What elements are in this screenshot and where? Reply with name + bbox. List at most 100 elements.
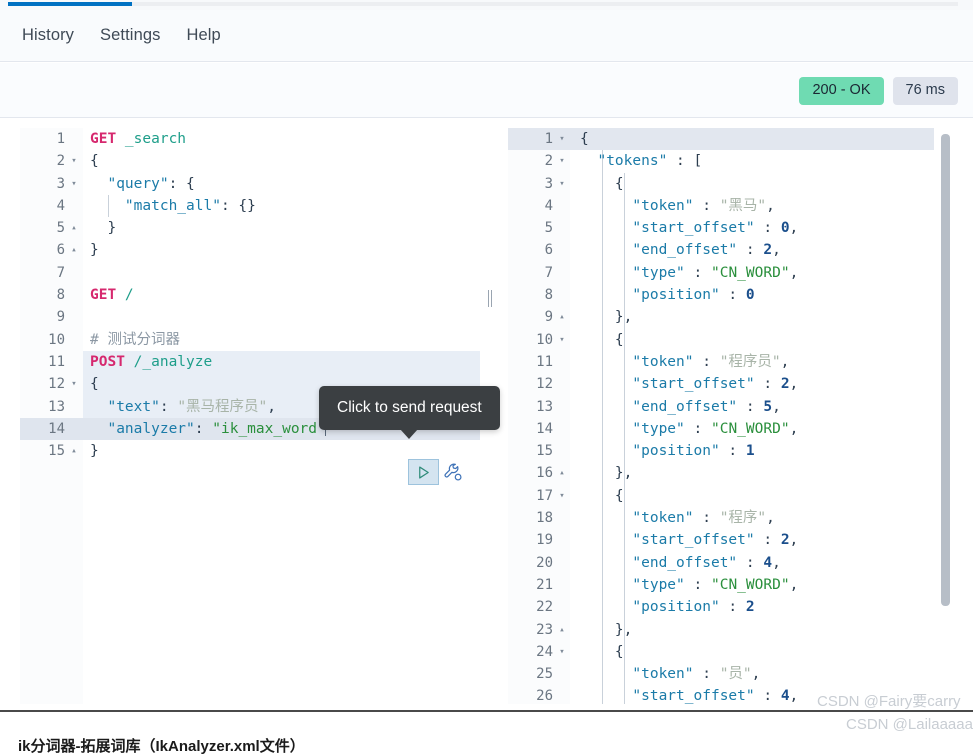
fold-open-icon[interactable]: ▾ — [69, 373, 79, 395]
progress-track — [8, 2, 958, 6]
fold-close-icon[interactable]: ▴ — [557, 462, 567, 484]
line-code: { — [580, 128, 958, 150]
response-scrollbar-thumb[interactable] — [941, 134, 950, 606]
code-token: GET — [90, 287, 125, 304]
code-token: "CN_WORD" — [710, 420, 790, 437]
line-number: 24 — [536, 643, 553, 660]
editor-line[interactable]: 6 ▴} — [20, 239, 480, 261]
fold-close-icon[interactable]: ▴ — [557, 306, 567, 328]
editor-line[interactable]: 5 ▴ } — [20, 217, 480, 239]
top-progress-bar — [0, 0, 973, 10]
fold-open-icon[interactable]: ▾ — [557, 173, 567, 195]
fold-open-icon[interactable]: ▾ — [557, 128, 567, 150]
line-code: "start_offset" : 2, — [580, 529, 958, 551]
response-editor-lines: 1 ▾{2 ▾ "tokens" : [3 ▾ {4 "token" : "黑马", 5… — [508, 128, 958, 704]
fold-close-icon[interactable]: ▴ — [69, 217, 79, 239]
line-code: { — [580, 485, 958, 507]
line-code: "end_offset" : 2, — [580, 239, 958, 261]
code-token: { — [90, 376, 99, 393]
code-token: : {} — [220, 197, 256, 214]
code-token: 2 — [745, 599, 755, 616]
code-token: 2 — [780, 532, 790, 549]
code-token: { — [90, 153, 99, 170]
line-number: 18 — [536, 510, 553, 527]
console-body: 1 GET _search 2 ▾ {3 ▾ "query": {4 "match_all… — [0, 118, 973, 712]
line-number: 7 — [544, 264, 553, 281]
code-token: : — [684, 576, 711, 593]
editor-line[interactable]: 7 — [20, 262, 480, 284]
page-caption: ik分词器-拓展词库（IkAnalyzer.xml文件） — [18, 738, 305, 755]
code-token: }, — [580, 465, 633, 482]
editor-line[interactable]: 8 GET / — [20, 284, 480, 306]
code-token: , — [751, 666, 761, 683]
editor-line[interactable]: 4 "match_all": {} — [20, 195, 480, 217]
code-token: 0 — [745, 287, 755, 304]
menu-item-help[interactable]: Help — [186, 26, 220, 45]
line-code: "end_offset" : 5, — [580, 396, 958, 418]
code-token: "token" — [632, 510, 694, 527]
line-number: 1 — [56, 131, 65, 147]
code-token: "程序员" — [719, 353, 781, 370]
menu-item-history[interactable]: History — [22, 26, 74, 45]
fold-open-icon[interactable]: ▾ — [557, 329, 567, 351]
code-token: "token" — [632, 666, 694, 683]
code-token: 2 — [763, 242, 773, 259]
code-token: , — [789, 264, 799, 281]
editor-line: 4 "token" : "黑马", — [508, 195, 958, 217]
fold-open-icon[interactable]: ▾ — [69, 150, 79, 172]
code-token: : — [719, 599, 746, 616]
line-code: "query": { — [90, 173, 480, 195]
menu-item-settings[interactable]: Settings — [100, 26, 160, 45]
code-token: : — [693, 666, 720, 683]
code-token: } — [90, 220, 117, 237]
editor-line[interactable]: 2 ▾ { — [20, 150, 480, 172]
line-number: 10 — [48, 331, 65, 348]
line-code: }, — [580, 306, 958, 328]
line-number: 13 — [536, 398, 553, 415]
code-token: "end_offset" — [632, 242, 738, 259]
fold-open-icon[interactable]: ▾ — [557, 485, 567, 507]
editor-line[interactable]: 10 # 测试分词器 — [20, 329, 480, 351]
editor-line: 10 ▾ { — [508, 329, 958, 351]
line-number: 13 — [48, 398, 65, 415]
editor-line[interactable]: 11 POST /_analyze — [20, 351, 480, 373]
line-code: }, — [580, 619, 958, 641]
code-token: "query" — [107, 175, 169, 192]
fold-close-icon[interactable]: ▴ — [69, 440, 79, 462]
code-token: "CN_WORD" — [710, 264, 790, 281]
line-number: 6 — [544, 242, 553, 259]
code-token: , — [772, 554, 781, 571]
line-code: "token" : "黑马", — [580, 195, 958, 217]
code-token: : — [754, 376, 781, 393]
line-code: { — [90, 150, 480, 172]
fold-close-icon[interactable]: ▴ — [557, 619, 567, 641]
line-number: 14 — [48, 420, 65, 437]
code-token: { — [580, 175, 624, 192]
fold-open-icon[interactable]: ▾ — [69, 173, 79, 195]
code-token: , — [780, 353, 790, 370]
open-actions-menu-button[interactable] — [440, 459, 466, 485]
editor-line: 2 ▾ "tokens" : [ — [508, 150, 958, 172]
send-request-button[interactable] — [408, 459, 439, 485]
line-number: 15 — [536, 443, 553, 460]
editor-line[interactable]: 9 — [20, 306, 480, 328]
editor-line[interactable]: 3 ▾ "query": { — [20, 173, 480, 195]
line-number: 25 — [536, 666, 553, 683]
editor-line[interactable]: 1 GET _search — [20, 128, 480, 150]
line-number: 5 — [544, 220, 553, 237]
line-number: 8 — [56, 287, 65, 304]
code-token: "token" — [632, 197, 694, 214]
code-token: "ik_max_word" — [212, 420, 326, 437]
code-token: , — [789, 220, 799, 237]
fold-close-icon[interactable]: ▴ — [69, 239, 79, 261]
line-number: 4 — [56, 197, 65, 214]
line-number: 10 — [536, 331, 553, 348]
response-editor-pane[interactable]: 1 ▾{2 ▾ "tokens" : [3 ▾ {4 "token" : "黑马", 5… — [508, 128, 958, 704]
fold-open-icon[interactable]: ▾ — [557, 150, 567, 172]
fold-open-icon[interactable]: ▾ — [557, 641, 567, 663]
code-token: , — [789, 576, 799, 593]
line-code: # 测试分词器 — [90, 329, 480, 351]
